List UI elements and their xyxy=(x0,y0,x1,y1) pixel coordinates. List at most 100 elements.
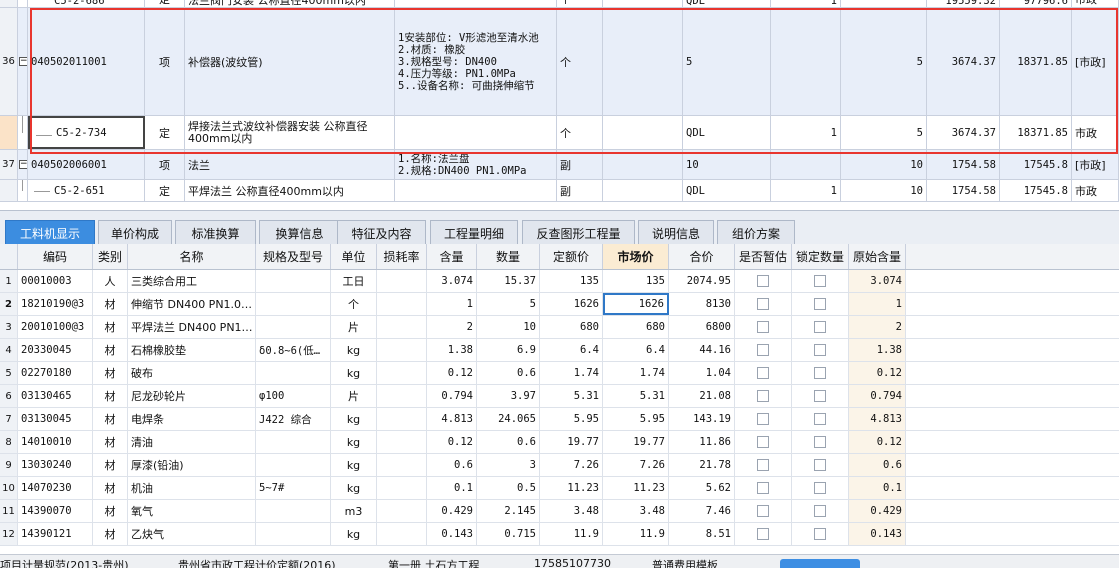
cell-lock[interactable] xyxy=(792,454,849,476)
cell-market[interactable]: 3.48 xyxy=(603,500,669,522)
estimate-checkbox[interactable] xyxy=(757,482,769,494)
estimate-checkbox[interactable] xyxy=(757,367,769,379)
cell-market[interactable]: 11.9 xyxy=(603,523,669,545)
collapse-icon[interactable]: − xyxy=(19,160,27,169)
grid-row[interactable]: 3 20010100@3 材 平焊法兰 DN400 PN1… 片 2 10 680 680 680… xyxy=(0,316,1119,339)
cell-market[interactable]: 5.31 xyxy=(603,385,669,407)
lock-checkbox[interactable] xyxy=(814,321,826,333)
header-total[interactable]: 合价 xyxy=(669,244,735,269)
header-loss[interactable]: 损耗率 xyxy=(377,244,427,269)
header-quota[interactable]: 定额价 xyxy=(540,244,603,269)
cell-est[interactable] xyxy=(735,270,792,292)
header-qty[interactable]: 数量 xyxy=(477,244,540,269)
cell-lock[interactable] xyxy=(792,316,849,338)
grid-row[interactable]: 9 13030240 材 厚漆(铅油) kg 0.6 3 7.26 7.26 21.78 0.6 xyxy=(0,454,1119,477)
bill-row[interactable]: C5-2-686 定 法兰阀门安装 公称直径400mm以内 个 QDL 1 19559.32… xyxy=(0,0,1119,8)
grid-row[interactable]: 5 02270180 材 破布 kg 0.12 0.6 1.74 1.74 1.04 0.12 xyxy=(0,362,1119,385)
tab-4[interactable]: 特征及内容 xyxy=(337,220,426,245)
tab-7[interactable]: 说明信息 xyxy=(638,220,714,245)
cell-est[interactable] xyxy=(735,339,792,361)
lock-checkbox[interactable] xyxy=(814,390,826,402)
grid-row[interactable]: 10 14070230 材 机油 5~7# kg 0.1 0.5 11.23 11.23 5.62 0… xyxy=(0,477,1119,500)
cell-lock[interactable] xyxy=(792,523,849,545)
tab-2[interactable]: 标准换算 xyxy=(175,220,256,245)
tab-5[interactable]: 工程量明细 xyxy=(430,220,518,245)
grid-row[interactable]: 1 00010003 人 三类综合用工 工日 3.074 15.37 135 135 2074.9… xyxy=(0,270,1119,293)
grid-row[interactable]: 12 14390121 材 乙炔气 kg 0.143 0.715 11.9 11.9 8.51 0.… xyxy=(0,523,1119,546)
header-code[interactable]: 编码 xyxy=(18,244,93,269)
cell-lock[interactable] xyxy=(792,408,849,430)
tab-1[interactable]: 单价构成 xyxy=(98,220,172,245)
header-unit[interactable]: 单位 xyxy=(331,244,377,269)
cell-lock[interactable] xyxy=(792,293,849,315)
header-content[interactable]: 含量 xyxy=(427,244,477,269)
header-lock[interactable]: 锁定数量 xyxy=(792,244,849,269)
cell-lock[interactable] xyxy=(792,477,849,499)
estimate-checkbox[interactable] xyxy=(757,321,769,333)
cell-est[interactable] xyxy=(735,293,792,315)
collapse-icon[interactable]: − xyxy=(19,57,27,66)
tab-6[interactable]: 反查图形工程量 xyxy=(522,220,635,245)
lock-checkbox[interactable] xyxy=(814,275,826,287)
cell-market[interactable]: 6.4 xyxy=(603,339,669,361)
cell-lock[interactable] xyxy=(792,270,849,292)
header-type[interactable]: 类别 xyxy=(93,244,128,269)
cell-market[interactable]: 11.23 xyxy=(603,477,669,499)
bill-row[interactable]: C5-2-651 定 平焊法兰 公称直径400mm以内 副 QDL 1 10 1754.58 1… xyxy=(0,180,1119,202)
tab-0[interactable]: 工料机显示 xyxy=(5,220,95,245)
cell-est[interactable] xyxy=(735,500,792,522)
tab-8[interactable]: 组价方案 xyxy=(717,220,795,245)
cell-lock[interactable] xyxy=(792,339,849,361)
cell-market[interactable]: 19.77 xyxy=(603,431,669,453)
estimate-checkbox[interactable] xyxy=(757,505,769,517)
cell-market[interactable]: 135 xyxy=(603,270,669,292)
cell-est[interactable] xyxy=(735,385,792,407)
lock-checkbox[interactable] xyxy=(814,436,826,448)
status-button[interactable] xyxy=(780,559,860,568)
cell-est[interactable] xyxy=(735,408,792,430)
bill-row[interactable]: 37−040502006001 项 法兰 1.名称:法兰盘 2.规格:DN400 PN… xyxy=(0,150,1119,180)
cell-est[interactable] xyxy=(735,431,792,453)
estimate-checkbox[interactable] xyxy=(757,344,769,356)
estimate-checkbox[interactable] xyxy=(757,390,769,402)
cell-est[interactable] xyxy=(735,477,792,499)
cell-market[interactable]: 1.74 xyxy=(603,362,669,384)
lock-checkbox[interactable] xyxy=(814,367,826,379)
bill-row[interactable]: C5-2-734 定 焊接法兰式波纹补偿器安装 公称直径400mm以内 个 QDL 1 5 3… xyxy=(0,116,1119,150)
estimate-checkbox[interactable] xyxy=(757,413,769,425)
grid-row[interactable]: 11 14390070 材 氧气 m3 0.429 2.145 3.48 3.48 7.46 0.4… xyxy=(0,500,1119,523)
estimate-checkbox[interactable] xyxy=(757,275,769,287)
cell-est[interactable] xyxy=(735,362,792,384)
lock-checkbox[interactable] xyxy=(814,344,826,356)
lock-checkbox[interactable] xyxy=(814,459,826,471)
header-est[interactable]: 是否暂估 xyxy=(735,244,792,269)
grid-row[interactable]: 6 03130465 材 尼龙砂轮片 φ100 片 0.794 3.97 5.31 5.31 21.… xyxy=(0,385,1119,408)
header-name[interactable]: 名称 xyxy=(128,244,256,269)
lock-checkbox[interactable] xyxy=(814,482,826,494)
bill-row[interactable]: 36−040502011001 项 补偿器(波纹管) 1安装部位: V形滤池至清水池 … xyxy=(0,8,1119,116)
lock-checkbox[interactable] xyxy=(814,413,826,425)
cell-est[interactable] xyxy=(735,316,792,338)
estimate-checkbox[interactable] xyxy=(757,436,769,448)
cell-lock[interactable] xyxy=(792,500,849,522)
cell-lock[interactable] xyxy=(792,385,849,407)
header-market[interactable]: 市场价 xyxy=(603,244,669,269)
cell-market[interactable]: 1626 xyxy=(603,293,669,315)
grid-row[interactable]: 8 14010010 材 清油 kg 0.12 0.6 19.77 19.77 11.86 0.12 xyxy=(0,431,1119,454)
grid-row[interactable]: 7 03130045 材 电焊条 J422 综合 kg 4.813 24.065 5.95 5.9… xyxy=(0,408,1119,431)
lock-checkbox[interactable] xyxy=(814,298,826,310)
cell-lock[interactable] xyxy=(792,431,849,453)
cell-lock[interactable] xyxy=(792,362,849,384)
cell-est[interactable] xyxy=(735,523,792,545)
cell-market[interactable]: 680 xyxy=(603,316,669,338)
estimate-checkbox[interactable] xyxy=(757,528,769,540)
grid-row[interactable]: 4 20330045 材 石棉橡胶垫 δ0.8~6(低… kg 1.38 6.9 6.4 6.4 4… xyxy=(0,339,1119,362)
estimate-checkbox[interactable] xyxy=(757,459,769,471)
cell-market[interactable]: 5.95 xyxy=(603,408,669,430)
estimate-checkbox[interactable] xyxy=(757,298,769,310)
cell-est[interactable] xyxy=(735,454,792,476)
tab-3[interactable]: 换算信息 xyxy=(259,220,340,245)
grid-row[interactable]: 2 18210190@3 材 伸缩节 DN400 PN1.0… 个 1 5 1626 1626 8… xyxy=(0,293,1119,316)
header-orig[interactable]: 原始含量 xyxy=(849,244,906,269)
header-spec[interactable]: 规格及型号 xyxy=(256,244,331,269)
